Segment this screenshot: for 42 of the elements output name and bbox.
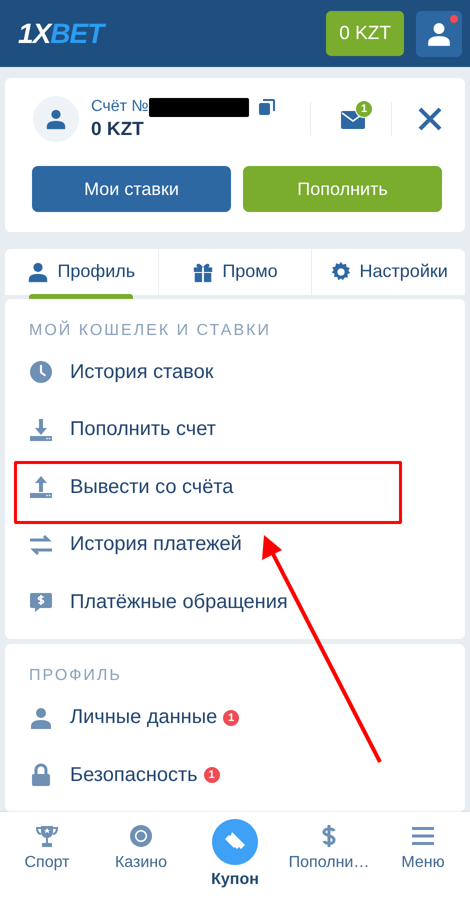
notification-badge: 1 — [223, 710, 240, 726]
tab[interactable]: Профиль — [5, 249, 158, 294]
lock-icon — [29, 763, 53, 788]
copy-icon[interactable] — [258, 99, 275, 115]
user-icon — [45, 108, 67, 130]
tab[interactable]: Промо — [158, 249, 312, 294]
logo[interactable]: 1XBET — [18, 18, 104, 50]
tab[interactable]: Настройки — [311, 249, 466, 294]
gift-icon — [192, 260, 214, 283]
section-title: ПРОФИЛЬ — [28, 667, 123, 685]
account-balance: 0 KZT — [91, 118, 145, 140]
user-icon — [426, 20, 452, 46]
message-count-badge: 1 — [355, 100, 373, 118]
nav-item[interactable]: Спорт — [0, 812, 94, 900]
nav-item[interactable]: Казино — [94, 812, 188, 900]
close-icon[interactable] — [418, 107, 442, 131]
menu-item[interactable]: Личные данные — [70, 706, 218, 730]
menu-item[interactable]: История ставок — [70, 360, 214, 384]
notification-badge: 1 — [204, 767, 220, 784]
upload-icon — [29, 475, 53, 500]
nav-item[interactable]: Меню — [376, 812, 470, 900]
menu-item[interactable]: Пополнить счет — [70, 418, 216, 442]
transfer-icon — [29, 532, 53, 557]
dollar-chat-icon — [29, 590, 53, 614]
menu-item[interactable]: Платёжные обращения — [70, 590, 288, 614]
user-icon — [27, 260, 50, 283]
gear-icon — [330, 260, 352, 283]
trophy-icon — [35, 824, 59, 848]
section-title: МОЙ КОШЕЛЕК И СТАВКИ — [28, 322, 272, 340]
menu-icon — [411, 824, 435, 848]
download-icon — [29, 418, 53, 442]
menu-item[interactable]: Вывести со счёта — [70, 476, 234, 499]
chip-icon — [129, 824, 153, 848]
profile-button[interactable] — [416, 10, 462, 56]
nav-item[interactable]: Пополни… — [282, 812, 376, 900]
menu-item[interactable]: Безопасность — [70, 764, 198, 787]
nav-item[interactable]: Купон — [188, 812, 282, 900]
menu-item[interactable]: История платежей — [70, 533, 242, 556]
account-label: Счёт № — [91, 98, 149, 116]
user-icon — [29, 706, 53, 730]
clock-icon — [29, 360, 53, 384]
my-bets-button[interactable]: Мои ставки — [32, 166, 231, 212]
